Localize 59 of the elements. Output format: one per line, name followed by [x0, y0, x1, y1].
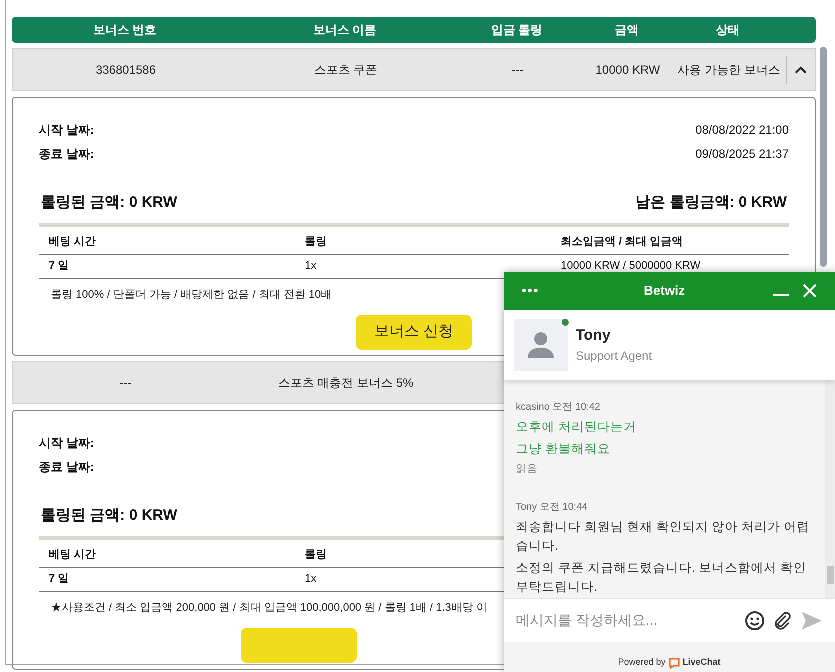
- table-cell-text: 10000 KRW: [594, 62, 662, 76]
- date-label: 시작 날짜:: [39, 435, 94, 452]
- rolled-amount: 롤링된 금액: 0 KRW: [41, 193, 178, 213]
- message-text: 죄송합니다 회원님 현재 확인되지 않아 처리가 어렵습니다.: [516, 518, 811, 555]
- avatar-icon: [514, 319, 568, 371]
- rolled-amount: 롤링된 금액: 0 KRW: [41, 506, 178, 526]
- message-input[interactable]: 메시지를 작성하세요...: [516, 610, 737, 631]
- column-header: 최소입금액 / 최대 입금액: [561, 234, 684, 250]
- chat-scrollbar[interactable]: [825, 380, 835, 598]
- message-meta: Tony 오전 10:44: [516, 500, 589, 515]
- scrollbar[interactable]: [820, 47, 827, 267]
- message-text: 오후에 처리된다는거: [516, 419, 638, 436]
- table-cell-text: 사용 가능한 보너스: [676, 62, 782, 76]
- menu-button[interactable]: •••: [522, 281, 540, 301]
- column-header: 롤링: [305, 234, 327, 250]
- bonus-row[interactable]: 336801586 스포츠 쿠폰 --- 10000 KRW 사용 가능한 보너스: [12, 48, 816, 91]
- remaining-amount: 남은 롤링금액: 0 KRW: [636, 193, 787, 213]
- conditions-text: 롤링 100% / 단폴더 가능 / 배당제한 없음 / 최대 전환 10배: [51, 288, 332, 302]
- agent-name: Tony: [576, 326, 612, 346]
- chevron-up-icon: [794, 66, 806, 74]
- column-header: 금액: [614, 22, 640, 39]
- apply-button[interactable]: 보너스 신청: [356, 315, 472, 350]
- chat-bubble-icon: [668, 658, 680, 669]
- column-header: 베팅 시간: [49, 548, 96, 563]
- message-meta: kcasino 오전 10:42: [516, 401, 602, 415]
- brand-name: LiveChat: [682, 656, 721, 668]
- read-receipt: 읽음: [516, 462, 539, 477]
- table-cell-text: 1x: [305, 572, 317, 587]
- table-cell-text: 1x: [305, 258, 317, 274]
- table-cell-text: ---: [119, 376, 133, 390]
- emoji-icon[interactable]: [745, 610, 765, 630]
- send-icon[interactable]: [801, 610, 823, 630]
- message-text: 그냥 환불해줘요: [516, 441, 612, 458]
- date-label: 종료 날짜:: [39, 459, 94, 476]
- close-icon[interactable]: [803, 284, 817, 298]
- date-value: 08/08/2022 21:00: [696, 122, 789, 139]
- column-header: 상태: [715, 22, 741, 39]
- chat-title: Betwiz: [644, 282, 686, 300]
- column-header: 보너스 이름: [312, 22, 378, 39]
- table-cell-text: 스포츠 매충전 보너스 5%: [277, 376, 415, 390]
- column-header: 롤링: [305, 548, 327, 563]
- powered-by-text: Powered by: [618, 656, 666, 669]
- conditions-text: ★사용조건 / 최소 입금액 200,000 원 / 최대 입금액 100,000,000 원 / 롤링 1배 / 1.3배당 이: [51, 600, 488, 616]
- table-cell-text: 10000 KRW / 5000000 KRW: [561, 258, 701, 274]
- table-cell-text: 7 일: [49, 258, 70, 274]
- column-header: 입금 롤링: [490, 22, 544, 39]
- date-value: 09/08/2025 21:37: [696, 146, 789, 163]
- table-cell-text: 336801586: [94, 62, 158, 76]
- minimize-icon[interactable]: [773, 294, 789, 296]
- column-header: 베팅 시간: [49, 234, 96, 250]
- column-header: 보너스 번호: [92, 22, 158, 39]
- date-label: 시작 날짜:: [39, 122, 94, 139]
- table-cell-text: ---: [511, 62, 525, 76]
- date-label: 종료 날짜:: [39, 146, 94, 163]
- paperclip-icon[interactable]: [773, 610, 793, 630]
- table-cell-text: 7 일: [49, 572, 70, 587]
- apply-button[interactable]: [241, 628, 357, 663]
- table-cell-text: 스포츠 쿠폰: [313, 62, 379, 76]
- message-text: 소정의 쿠폰 지급해드렸습니다. 보너스함에서 확인 부탁드립니다.: [516, 560, 808, 596]
